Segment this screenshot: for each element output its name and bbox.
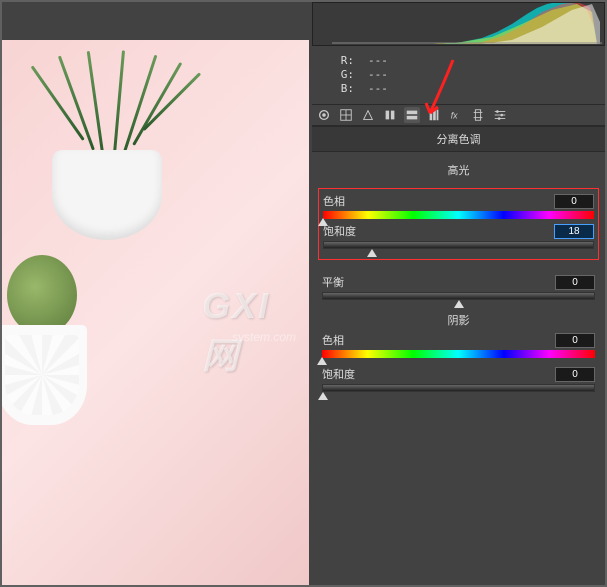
shadows-hue-label: 色相 xyxy=(322,332,344,348)
highlights-hue-value[interactable]: 0 xyxy=(554,194,594,209)
curve-tab-icon[interactable] xyxy=(338,107,354,123)
hsl-tab-icon[interactable] xyxy=(382,107,398,123)
balance-value[interactable]: 0 xyxy=(555,275,595,290)
rgb-value-r: --- xyxy=(368,54,388,67)
basic-tab-icon[interactable] xyxy=(316,107,332,123)
shadows-saturation-value[interactable]: 0 xyxy=(555,367,595,382)
slider-thumb[interactable] xyxy=(317,357,327,365)
histogram-graph xyxy=(332,2,602,44)
detail-tab-icon[interactable] xyxy=(360,107,376,123)
rgb-value-b: --- xyxy=(368,82,388,95)
presets-tab-icon[interactable] xyxy=(492,107,508,123)
shadows-section-label: 阴影 xyxy=(322,308,595,332)
histogram[interactable] xyxy=(312,2,605,46)
balance-label: 平衡 xyxy=(322,274,344,290)
rgb-label-b: B: xyxy=(332,82,354,96)
image-preview-panel: GXI 网 system.com xyxy=(2,2,312,585)
rgb-readout: R: --- G: --- B: --- xyxy=(312,46,605,104)
highlights-saturation-slider[interactable]: 饱和度 18 xyxy=(323,223,594,249)
calibration-tab-icon[interactable] xyxy=(470,107,486,123)
slider-thumb[interactable] xyxy=(367,249,377,257)
highlights-section-label: 高光 xyxy=(322,158,595,182)
highlight-annotation-box: 色相 0 饱和度 18 xyxy=(318,188,599,260)
rgb-label-r: R: xyxy=(332,54,354,68)
image-preview[interactable]: GXI 网 system.com xyxy=(2,40,309,585)
slider-thumb[interactable] xyxy=(318,392,328,400)
split-tone-tab-icon[interactable] xyxy=(404,107,420,123)
adjust-tab-strip: fx xyxy=(312,104,605,126)
shadows-hue-value[interactable]: 0 xyxy=(555,333,595,348)
adjustments-panel: R: --- G: --- B: --- fx 分离色调 高光 色相 0 xyxy=(312,2,605,585)
effects-tab-icon[interactable]: fx xyxy=(448,107,464,123)
slider-thumb[interactable] xyxy=(454,300,464,308)
shadows-saturation-label: 饱和度 xyxy=(322,366,355,382)
highlights-hue-slider[interactable]: 色相 0 xyxy=(323,193,594,219)
panel-title: 分离色调 xyxy=(312,126,605,152)
svg-text:fx: fx xyxy=(451,111,458,121)
rgb-value-g: --- xyxy=(368,68,388,81)
shadows-hue-slider[interactable]: 色相 0 xyxy=(322,332,595,358)
watermark-subtext: system.com xyxy=(232,330,296,344)
balance-slider[interactable]: 平衡 0 xyxy=(322,274,595,300)
lens-tab-icon[interactable] xyxy=(426,107,442,123)
shadows-saturation-slider[interactable]: 饱和度 0 xyxy=(322,366,595,392)
rgb-label-g: G: xyxy=(332,68,354,82)
highlights-saturation-label: 饱和度 xyxy=(323,223,356,239)
highlights-hue-label: 色相 xyxy=(323,193,345,209)
highlights-saturation-value[interactable]: 18 xyxy=(554,224,594,239)
